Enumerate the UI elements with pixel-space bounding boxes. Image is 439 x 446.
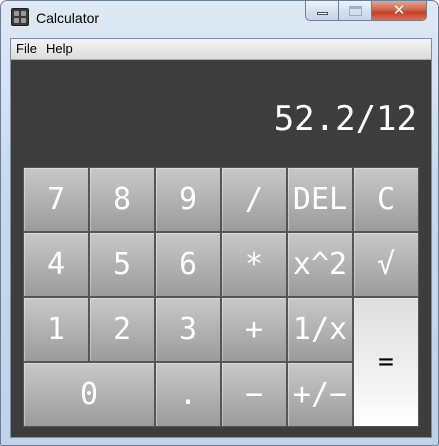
key-clear[interactable]: C: [353, 167, 419, 232]
calculator-window: Calculator ✕ File Help 52.2/12 7 8 9 / D…: [0, 0, 439, 446]
client-area: File Help 52.2/12 7 8 9 / DEL C 4 5 6 * …: [10, 38, 432, 438]
key-8[interactable]: 8: [89, 167, 155, 232]
menu-help[interactable]: Help: [42, 39, 77, 59]
maximize-icon: [348, 5, 362, 16]
key-3[interactable]: 3: [155, 297, 221, 362]
keypad: 7 8 9 / DEL C 4 5 6 * x^2 √ 1 2 3 + 1/x …: [23, 167, 420, 427]
key-5[interactable]: 5: [89, 232, 155, 297]
key-2[interactable]: 2: [89, 297, 155, 362]
menu-bar: File Help: [11, 39, 431, 60]
calculator-icon: [11, 8, 29, 26]
key-subtract[interactable]: −: [221, 362, 287, 427]
window-title: Calculator: [36, 10, 100, 26]
close-icon: ✕: [392, 1, 406, 19]
display-value: 52.2/12: [273, 99, 417, 139]
key-reciprocal[interactable]: 1/x: [287, 297, 353, 362]
key-add[interactable]: +: [221, 297, 287, 362]
key-delete[interactable]: DEL: [287, 167, 353, 232]
key-9[interactable]: 9: [155, 167, 221, 232]
key-6[interactable]: 6: [155, 232, 221, 297]
minimize-button[interactable]: [305, 1, 339, 21]
key-equals[interactable]: =: [353, 297, 419, 427]
minimize-icon: [316, 12, 328, 15]
close-button[interactable]: ✕: [371, 1, 427, 21]
menu-file[interactable]: File: [12, 39, 41, 59]
key-square[interactable]: x^2: [287, 232, 353, 297]
key-0[interactable]: 0: [23, 362, 155, 427]
display-panel: 52.2/12: [11, 61, 431, 165]
key-divide[interactable]: /: [221, 167, 287, 232]
key-sqrt[interactable]: √: [353, 232, 419, 297]
key-multiply[interactable]: *: [221, 232, 287, 297]
key-decimal[interactable]: .: [155, 362, 221, 427]
key-4[interactable]: 4: [23, 232, 89, 297]
maximize-button[interactable]: [338, 1, 372, 21]
key-7[interactable]: 7: [23, 167, 89, 232]
title-bar[interactable]: Calculator ✕: [1, 1, 438, 35]
key-negate[interactable]: +/−: [287, 362, 353, 427]
key-1[interactable]: 1: [23, 297, 89, 362]
